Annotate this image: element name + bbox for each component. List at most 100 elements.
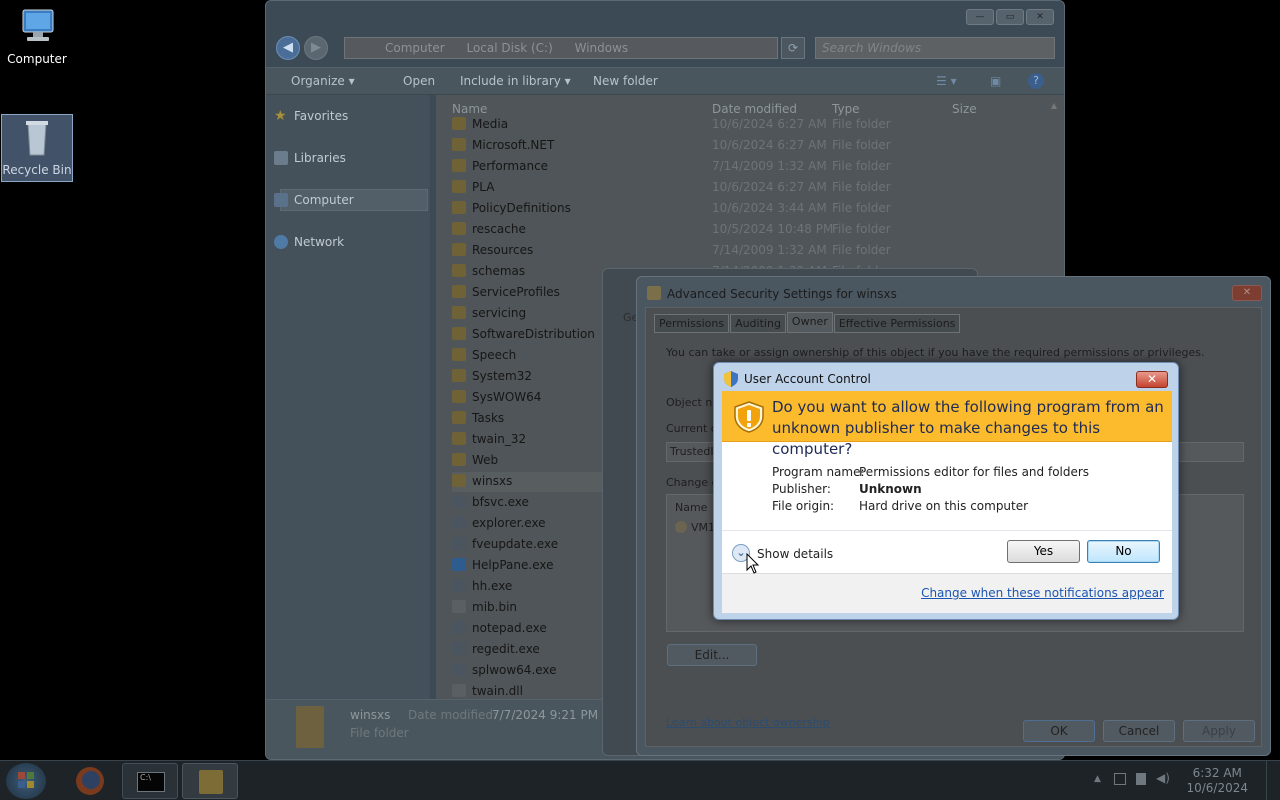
libraries-icon <box>274 151 288 165</box>
breadcrumb-local-disk[interactable]: Local Disk (C:) <box>466 41 552 55</box>
row-type: File folder <box>832 222 891 236</box>
volume-icon[interactable]: ◀) <box>1156 771 1170 785</box>
taskbar-explorer[interactable] <box>182 763 238 799</box>
table-row[interactable]: Media 10/6/2024 6:27 AM File folder <box>452 115 1012 135</box>
maximize-button[interactable]: ▭ <box>996 9 1024 25</box>
nav-favorites[interactable]: ★ Favorites <box>274 109 348 123</box>
row-type: File folder <box>832 180 891 194</box>
scroll-up-icon[interactable]: ▲ <box>1048 101 1060 110</box>
tab-permissions[interactable]: Permissions <box>654 314 730 333</box>
back-button[interactable]: ◀ <box>276 36 300 60</box>
status-type: File folder <box>350 726 409 740</box>
nav-network[interactable]: Network <box>274 235 344 249</box>
row-name: winsxs <box>472 474 513 488</box>
uac-footer: Change when these notifications appear <box>722 573 1172 613</box>
desktop-icon-computer[interactable]: Computer <box>1 8 73 66</box>
table-row[interactable]: PolicyDefinitions 10/6/2024 3:44 AM File f… <box>452 199 1012 219</box>
table-row[interactable]: rescache 10/5/2024 10:48 PM File folder <box>452 220 1012 240</box>
owner-list-item[interactable]: VM1 <box>691 521 715 534</box>
nav-libraries[interactable]: Libraries <box>274 151 346 165</box>
views-icon[interactable]: ☰ ▾ <box>936 74 957 88</box>
uac-close-button[interactable]: ✕ <box>1136 371 1168 388</box>
status-date-value: 7/7/2024 9:21 PM <box>492 708 599 722</box>
uac-content: Do you want to allow the following progr… <box>722 391 1172 613</box>
row-type: File folder <box>832 201 891 215</box>
row-name: PolicyDefinitions <box>472 201 571 215</box>
open-button[interactable]: Open <box>403 74 435 88</box>
show-details-button[interactable]: Show details <box>757 547 833 561</box>
table-row[interactable]: Performance 7/14/2009 1:32 AM File folder <box>452 157 1012 177</box>
close-button[interactable]: ✕ <box>1026 9 1054 25</box>
row-name: schemas <box>472 264 526 278</box>
forward-button[interactable]: ▶ <box>304 36 328 60</box>
column-date-modified[interactable]: Date modified <box>712 102 797 116</box>
folder-icon <box>452 348 466 361</box>
command-prompt-icon: C:\ <box>137 772 165 792</box>
network-icon <box>274 235 288 249</box>
row-name: ServiceProfiles <box>472 285 560 299</box>
help-icon[interactable]: ? <box>1028 73 1044 89</box>
cancel-button[interactable]: Cancel <box>1103 720 1175 742</box>
breadcrumb[interactable]: Computer Local Disk (C:) Windows <box>344 37 778 59</box>
breadcrumb-computer[interactable]: Computer <box>385 41 445 55</box>
refresh-icon[interactable]: ⟳ <box>781 37 805 59</box>
network-tray-icon[interactable] <box>1136 773 1146 785</box>
folder-icon <box>452 222 466 235</box>
yes-button[interactable]: Yes <box>1007 540 1080 563</box>
taskbar-firefox[interactable] <box>62 763 118 799</box>
apply-button[interactable]: Apply <box>1183 720 1255 742</box>
windows-logo-icon <box>18 772 34 788</box>
tab-auditing[interactable]: Auditing <box>730 314 786 333</box>
ok-button[interactable]: OK <box>1023 720 1095 742</box>
show-desktop-button[interactable] <box>1266 761 1280 800</box>
clock[interactable]: 6:32 AM 10/6/2024 <box>1186 766 1248 796</box>
learn-ownership-link[interactable]: Learn about object ownership <box>666 716 830 729</box>
column-size[interactable]: Size <box>952 102 977 116</box>
tab-effective-permissions[interactable]: Effective Permissions <box>833 314 961 333</box>
row-name: splwow64.exe <box>472 663 557 677</box>
row-date: 10/6/2024 6:27 AM <box>712 180 827 194</box>
advanced-close-button[interactable]: ✕ <box>1232 285 1262 301</box>
taskbar: C:\ ▲ ◀) 6:32 AM 10/6/2024 <box>0 760 1280 800</box>
row-name: SoftwareDistribution <box>472 327 595 341</box>
preview-pane-icon[interactable]: ▣ <box>990 74 1001 88</box>
desktop-icon-recycle-bin[interactable]: Recycle Bin <box>1 114 73 182</box>
table-row[interactable]: Resources 7/14/2009 1:32 AM File folder <box>452 241 1012 261</box>
file-icon <box>452 516 466 529</box>
column-name[interactable]: Name <box>452 102 487 116</box>
taskbar-cmd[interactable]: C:\ <box>122 763 178 799</box>
warning-shield-icon <box>734 401 764 433</box>
publisher-value: Unknown <box>859 482 922 496</box>
folder-icon <box>199 770 223 794</box>
minimize-button[interactable]: — <box>966 9 994 25</box>
tray-expand-icon[interactable]: ▲ <box>1094 774 1101 784</box>
tab-owner[interactable]: Owner <box>786 312 833 333</box>
no-button[interactable]: No <box>1087 540 1160 563</box>
new-folder-button[interactable]: New folder <box>593 74 658 88</box>
row-name: bfsvc.exe <box>472 495 529 509</box>
change-notifications-link[interactable]: Change when these notifications appear <box>921 586 1164 600</box>
folder-icon <box>452 390 466 403</box>
include-in-library-button[interactable]: Include in library ▾ <box>460 74 571 88</box>
publisher-label: Publisher: <box>772 482 831 496</box>
search-input[interactable]: Search Windows <box>815 37 1055 59</box>
folder-icon <box>452 264 466 277</box>
start-button[interactable] <box>6 763 46 799</box>
nav-computer[interactable]: Computer <box>274 193 354 207</box>
breadcrumb-windows[interactable]: Windows <box>575 41 629 55</box>
table-row[interactable]: PLA 10/6/2024 6:27 AM File folder <box>452 178 1012 198</box>
row-name: servicing <box>472 306 527 320</box>
uac-banner: Do you want to allow the following progr… <box>722 391 1172 458</box>
folder-icon <box>452 411 466 424</box>
table-row[interactable]: Microsoft.NET 10/6/2024 6:27 AM File folde… <box>452 136 1012 156</box>
file-icon <box>452 642 466 655</box>
action-center-icon[interactable] <box>1114 773 1126 785</box>
edit-button[interactable]: Edit... <box>667 644 757 666</box>
explorer-titlebar: — ▭ ✕ <box>266 1 1064 35</box>
program-name-value: Permissions editor for files and folders <box>859 465 1090 479</box>
row-date: 10/6/2024 6:27 AM <box>712 138 827 152</box>
uac-question: Do you want to allow the following progr… <box>772 398 1164 458</box>
uac-title: User Account Control <box>744 372 871 386</box>
organize-button[interactable]: Organize ▾ <box>291 74 355 88</box>
column-type[interactable]: Type <box>832 102 860 116</box>
